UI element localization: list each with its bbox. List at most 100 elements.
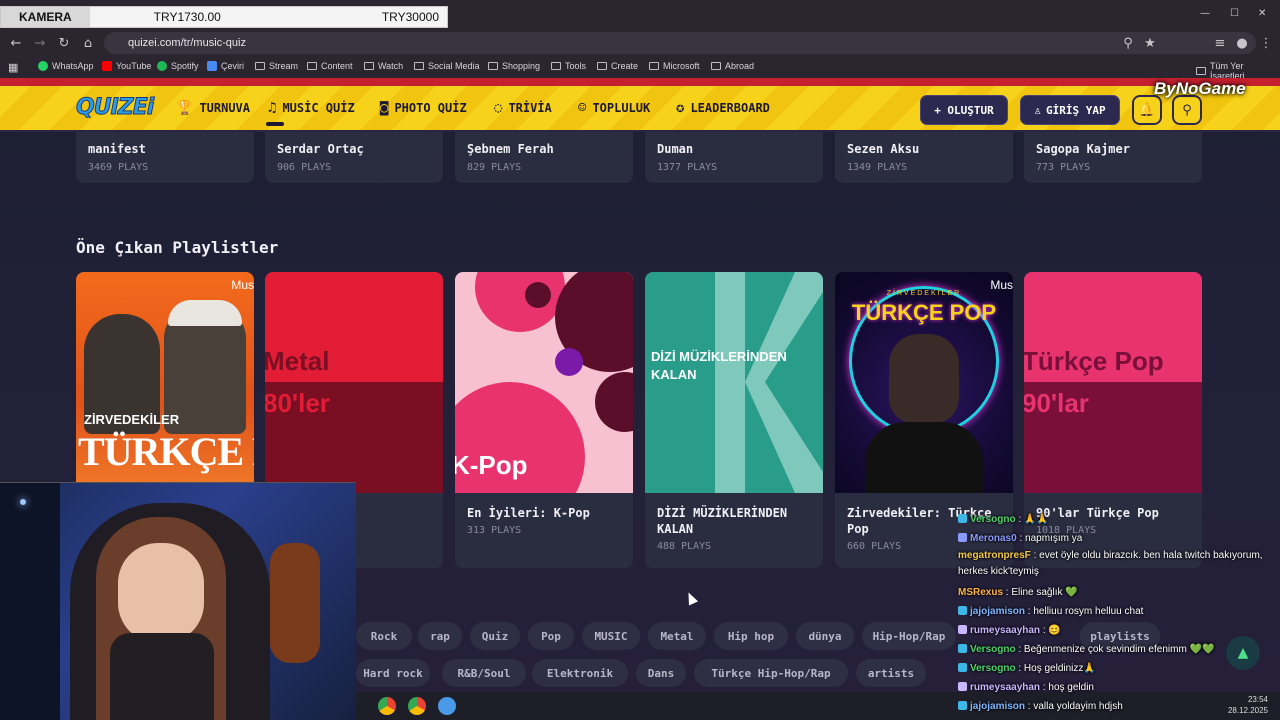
maximize-icon[interactable]: ☐: [1230, 8, 1239, 19]
chrome-icon[interactable]: [408, 697, 426, 715]
artist-card[interactable]: Sezen Aksu 1349 PLAYS: [835, 132, 1013, 183]
decorative-strip: [0, 78, 1280, 86]
site-logo[interactable]: QUIZEi: [75, 95, 154, 121]
bookmark-whatsapp[interactable]: WhatsApp: [38, 61, 94, 71]
badge-icon: [958, 682, 967, 691]
badge-icon: [958, 625, 967, 634]
minimize-icon[interactable]: —: [1200, 8, 1210, 19]
search-icon[interactable]: ⚲: [1172, 95, 1202, 125]
tag-chip[interactable]: Hip-Hop/Rap: [862, 622, 956, 650]
bookmark-ceviri[interactable]: Çeviri: [207, 61, 244, 71]
playlist-card[interactable]: DİZİ MÜZİKLERİNDEN KALAN DİZİ MÜZİKLERİN…: [645, 272, 823, 568]
sponsor-logo: ByNoGame: [1154, 79, 1246, 98]
reload-icon[interactable]: ↻: [56, 35, 72, 51]
artist-card[interactable]: Şebnem Ferah 829 PLAYS: [455, 132, 633, 183]
badge-icon: [958, 644, 967, 653]
camera-icon: ◙: [380, 100, 389, 116]
cover-title: DİZİ MÜZİKLERİNDEN KALAN: [651, 349, 787, 382]
artist-card[interactable]: Sagopa Kajmer 773 PLAYS: [1024, 132, 1202, 183]
create-button[interactable]: + OLUŞTUR: [920, 95, 1008, 125]
forward-icon[interactable]: →: [32, 35, 48, 51]
tag-chip[interactable]: Hard rock: [356, 659, 430, 687]
tag-chip[interactable]: Elektronik: [532, 659, 628, 687]
badge-icon: [958, 533, 967, 542]
nav-turnuva[interactable]: 🏆 TURNUVA: [176, 100, 250, 116]
chat-message: Versogno : 🙏🙏: [958, 510, 1268, 529]
back-icon[interactable]: ←: [8, 35, 24, 51]
chat-message: MSRexus : Eline sağlık 💚: [958, 587, 1078, 598]
tag-chip[interactable]: R&B/Soul: [442, 659, 526, 687]
playlist-cover: DİZİ MÜZİKLERİNDEN KALAN: [645, 272, 823, 493]
playlist-card[interactable]: K-Pop En İyileri: K-Pop 313 PLAYS: [455, 272, 633, 568]
close-icon[interactable]: ✕: [1258, 8, 1266, 19]
tag-chip[interactable]: Dans: [636, 659, 686, 687]
login-button[interactable]: ♙ GİRİŞ YAP: [1020, 95, 1120, 125]
artist-photo: [865, 422, 983, 493]
url-input[interactable]: quizei.com/tr/music-quiz: [104, 32, 1256, 54]
tag-chip[interactable]: Hip hop: [714, 622, 788, 650]
bookmark-folder-microsoft[interactable]: Microsoft: [649, 61, 700, 71]
home-icon[interactable]: ⌂: [80, 35, 96, 51]
tag-chip[interactable]: Pop: [528, 622, 574, 650]
bookmark-folder-create[interactable]: Create: [597, 61, 638, 71]
music-note-icon: ♫: [268, 100, 277, 116]
artist-card[interactable]: Duman 1377 PLAYS: [645, 132, 823, 183]
overlay-value-one: TRY1730.00: [153, 10, 221, 24]
app-icon[interactable]: [438, 697, 456, 715]
tag-chip[interactable]: dünya: [796, 622, 854, 650]
nav-trivia[interactable]: ◌ TRİVİA: [494, 100, 552, 116]
playlist-cover: Türkçe Pop 90'lar: [1024, 272, 1202, 493]
nav-topluluk[interactable]: ☺ TOPLULUK: [578, 100, 650, 116]
bookmark-folder-social-media[interactable]: Social Media: [414, 61, 480, 71]
extensions-icon[interactable]: ≡: [1212, 35, 1228, 51]
nav-leaderboard[interactable]: ✪ LEADERBOARD: [676, 100, 770, 116]
tag-chip[interactable]: MUSIC: [582, 622, 640, 650]
artist-card[interactable]: manifest 3469 PLAYS: [76, 132, 254, 183]
bookmark-folder-watch[interactable]: Watch: [364, 61, 403, 71]
bookmark-youtube[interactable]: YouTube: [102, 61, 151, 71]
badge-icon: [958, 514, 967, 523]
artist-photo: [889, 334, 959, 424]
tag-chip[interactable]: Türkçe Hip-Hop/Rap: [694, 659, 848, 687]
tag-chip[interactable]: Rock: [356, 622, 412, 650]
tag-chip[interactable]: rap: [418, 622, 462, 650]
bookmark-folder-tools[interactable]: Tools: [551, 61, 586, 71]
chat-message: megatronpresF : evet öyle oldu birazcık.…: [958, 550, 1263, 577]
nav-music-quiz[interactable]: ♫ MUSİC QUİZ: [268, 100, 355, 116]
active-nav-indicator: [266, 122, 284, 126]
bookmark-folder-abroad[interactable]: Abroad: [711, 61, 754, 71]
playlist-cover: Mus ZİRVEDEKİLER TÜRKÇE POP: [835, 272, 1013, 493]
menu-icon[interactable]: ⋮: [1258, 35, 1274, 51]
bookmark-folder-content[interactable]: Content: [307, 61, 353, 71]
cover-subtitle: ZİRVEDEKİLER: [84, 412, 180, 427]
playlist-title: DİZİ MÜZİKLERİNDEN KALAN: [657, 506, 788, 536]
apple-music-logo: Mus: [231, 278, 254, 292]
cap-shape: [168, 300, 242, 326]
bookmark-folder-stream[interactable]: Stream: [255, 61, 298, 71]
playlist-cover: K-Pop: [455, 272, 633, 493]
chat-message: jajojamison : helliuu rosym helluu chat: [958, 602, 1268, 621]
tag-chip[interactable]: Metal: [648, 622, 706, 650]
badge-icon: [958, 663, 967, 672]
bookmark-spotify[interactable]: Spotify: [157, 61, 199, 71]
chrome-icon[interactable]: [378, 697, 396, 715]
star-icon[interactable]: ★: [1142, 35, 1158, 51]
site-navbar: QUIZEi 🏆 TURNUVA ♫ MUSİC QUİZ ◙ PHOTO QUİZ …: [0, 86, 1280, 132]
chat-bubble-icon: ◌: [494, 100, 503, 116]
trophy-icon: 🏆: [176, 100, 194, 116]
cover-title: 90'lar: [1024, 388, 1089, 418]
nav-photo-quiz[interactable]: ◙ PHOTO QUİZ: [380, 100, 467, 116]
chat-message: jajojamison : valla yoldayim hdjsh: [958, 697, 1268, 716]
chat-message: rumeysaayhan : 😊: [958, 621, 1268, 640]
zoom-icon[interactable]: ⚲: [1120, 35, 1136, 51]
tag-chip[interactable]: artists: [856, 659, 926, 687]
apps-icon[interactable]: ▦: [8, 61, 18, 74]
chat-overlay: Versogno : 🙏🙏 Meronas0 : napmışım ya meg…: [958, 510, 1268, 716]
bell-icon[interactable]: 🔔: [1132, 95, 1162, 125]
bookmark-folder-shopping[interactable]: Shopping: [488, 61, 540, 71]
profile-icon[interactable]: ●: [1234, 35, 1250, 51]
artist-card[interactable]: Serdar Ortaç 906 PLAYS: [265, 132, 443, 183]
cover-title: TÜRKÇE POP: [851, 300, 997, 325]
url-text: quizei.com/tr/music-quiz: [128, 37, 246, 49]
tag-chip[interactable]: Quiz: [470, 622, 520, 650]
